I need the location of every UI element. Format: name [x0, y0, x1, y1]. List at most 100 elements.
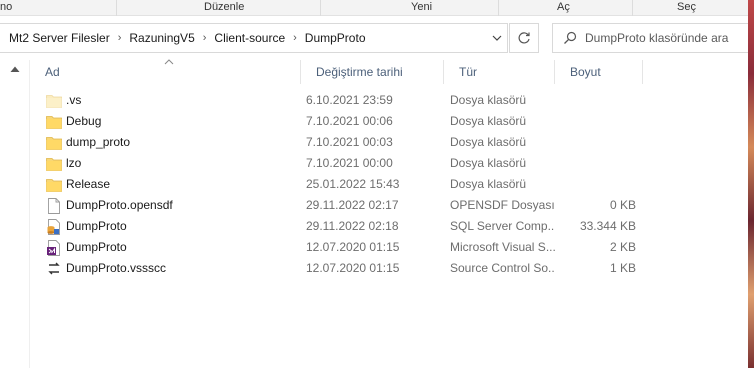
file-name: DumpProto.vssscc — [66, 261, 167, 275]
address-bar-row: Mt2 Server Filesler › RazuningV5 › Clien… — [0, 16, 754, 60]
file-row[interactable]: .vs 6.10.2021 23:59 Dosya klasörü — [30, 90, 748, 111]
file-row[interactable]: DumpProto 29.11.2022 02:18 SQL Server Comp… — [30, 216, 748, 237]
file-name: dump_proto — [66, 135, 131, 149]
file-size — [560, 174, 636, 195]
file-date-modified: 29.11.2022 02:17 — [306, 198, 399, 212]
file-date-modified: 7.10.2021 00:00 — [306, 156, 393, 170]
ribbon-group-select: Seç — [677, 1, 696, 13]
ribbon-group-edit: Düzenle — [204, 1, 245, 13]
address-bar[interactable]: Mt2 Server Filesler › RazuningV5 › Clien… — [0, 23, 508, 53]
sql-database-file-icon — [46, 218, 62, 235]
blank-file-icon — [46, 197, 62, 214]
file-size — [560, 90, 636, 111]
breadcrumb-chevron-icon[interactable]: › — [112, 32, 128, 44]
search-box[interactable] — [552, 23, 754, 53]
ribbon-divider — [498, 0, 499, 16]
file-size — [560, 111, 636, 132]
file-type: Dosya klasörü — [450, 114, 527, 128]
ribbon-group-open-actions: Aç — [557, 1, 570, 13]
column-header-date-modified[interactable]: Değiştirme tarihi — [301, 60, 444, 84]
file-name-cell[interactable]: DumpProto — [46, 237, 302, 258]
file-name-cell[interactable]: lzo — [46, 153, 302, 174]
file-type: SQL Server Comp... — [450, 219, 555, 233]
column-header-size[interactable]: Boyut — [555, 60, 643, 84]
background-window-edge — [748, 0, 754, 368]
breadcrumb: Mt2 Server Filesler › RazuningV5 › Clien… — [0, 31, 487, 45]
file-size: 0 KB — [609, 198, 636, 212]
refresh-icon — [518, 32, 530, 44]
file-size: 1 KB — [609, 261, 636, 275]
file-type: Dosya klasörü — [450, 156, 527, 170]
file-size — [560, 132, 636, 153]
breadcrumb-item[interactable]: Mt2 Server Filesler — [7, 31, 112, 45]
file-name-cell[interactable]: Release — [46, 174, 302, 195]
file-row[interactable]: DumpProto.vssscc 12.07.2020 01:15 Source C… — [30, 258, 748, 279]
file-name: DumpProto — [66, 240, 127, 254]
file-name: .vs — [66, 93, 82, 107]
ribbon-group-open: no — [0, 1, 13, 13]
file-name: Debug — [66, 114, 102, 128]
file-type: Dosya klasörü — [450, 177, 527, 191]
folder-faded-icon — [46, 93, 62, 109]
file-size: 33.344 KB — [579, 219, 636, 233]
visual-studio-solution-icon — [46, 239, 62, 256]
column-headers: Ad Değiştirme tarihi Tür Boyut — [30, 59, 748, 84]
folder-icon — [46, 135, 62, 151]
scroll-up-arrow-icon[interactable] — [9, 64, 21, 74]
ribbon-divider — [116, 0, 117, 16]
source-control-file-icon — [46, 261, 62, 277]
file-name-cell[interactable]: DumpProto — [46, 216, 302, 237]
file-type: Microsoft Visual S... — [450, 240, 555, 254]
file-type: Dosya klasörü — [450, 93, 527, 107]
navigation-pane-edge — [0, 60, 30, 368]
ribbon-group-labels: no Düzenle Yeni Aç Seç — [0, 0, 748, 16]
file-type: Source Control So... — [450, 261, 555, 275]
column-header-type[interactable]: Tür — [444, 60, 555, 84]
file-date-modified: 29.11.2022 02:18 — [306, 219, 399, 233]
file-row[interactable]: Release 25.01.2022 15:43 Dosya klasörü — [30, 174, 748, 195]
file-name-cell[interactable]: .vs — [46, 90, 302, 111]
file-row[interactable]: DumpProto.opensdf 29.11.2022 02:17 OPENSDF… — [30, 195, 748, 216]
ribbon-group-new: Yeni — [411, 1, 433, 13]
folder-icon — [46, 114, 62, 130]
address-history-dropdown[interactable] — [487, 24, 507, 52]
breadcrumb-chevron-icon[interactable]: › — [197, 32, 213, 44]
refresh-button[interactable] — [509, 23, 539, 53]
file-row[interactable]: DumpProto 12.07.2020 01:15 Microsoft Visua… — [30, 237, 748, 258]
file-row[interactable]: lzo 7.10.2021 00:00 Dosya klasörü — [30, 153, 748, 174]
file-list: .vs 6.10.2021 23:59 Dosya klasörü Debug 7.10… — [30, 90, 748, 279]
file-date-modified: 25.01.2022 15:43 — [306, 177, 400, 191]
folder-icon — [46, 156, 62, 172]
breadcrumb-chevron-icon[interactable]: › — [287, 32, 303, 44]
file-date-modified: 7.10.2021 00:03 — [306, 135, 393, 149]
file-name-cell[interactable]: DumpProto.opensdf — [46, 195, 302, 216]
file-list-pane: Ad Değiştirme tarihi Tür Boyut .vs 6.10.2… — [0, 59, 748, 368]
column-header-name[interactable]: Ad — [30, 60, 301, 84]
ribbon-divider — [632, 0, 633, 16]
file-type: Dosya klasörü — [450, 135, 527, 149]
file-name: DumpProto — [66, 219, 127, 233]
chevron-down-icon — [492, 35, 502, 41]
file-size: 2 KB — [609, 240, 636, 254]
file-type: OPENSDF Dosyası — [450, 198, 555, 212]
breadcrumb-item[interactable]: RazuningV5 — [127, 31, 196, 45]
file-name: DumpProto.opensdf — [66, 198, 173, 212]
file-date-modified: 12.07.2020 01:15 — [306, 240, 400, 254]
file-name: Release — [66, 177, 111, 191]
file-size — [560, 153, 636, 174]
file-name-cell[interactable]: DumpProto.vssscc — [46, 258, 302, 279]
search-icon — [553, 31, 581, 45]
file-name-cell[interactable]: Debug — [46, 111, 302, 132]
breadcrumb-item[interactable]: DumpProto — [303, 31, 368, 45]
file-date-modified: 7.10.2021 00:06 — [306, 114, 393, 128]
search-input[interactable] — [581, 31, 753, 45]
folder-icon — [46, 177, 62, 193]
file-row[interactable]: dump_proto 7.10.2021 00:03 Dosya klasörü — [30, 132, 748, 153]
breadcrumb-item[interactable]: Client-source — [212, 31, 287, 45]
ribbon-divider — [320, 0, 321, 16]
file-name-cell[interactable]: dump_proto — [46, 132, 302, 153]
file-date-modified: 6.10.2021 23:59 — [306, 93, 393, 107]
file-name: lzo — [66, 156, 82, 170]
file-date-modified: 12.07.2020 01:15 — [306, 261, 400, 275]
file-row[interactable]: Debug 7.10.2021 00:06 Dosya klasörü — [30, 111, 748, 132]
